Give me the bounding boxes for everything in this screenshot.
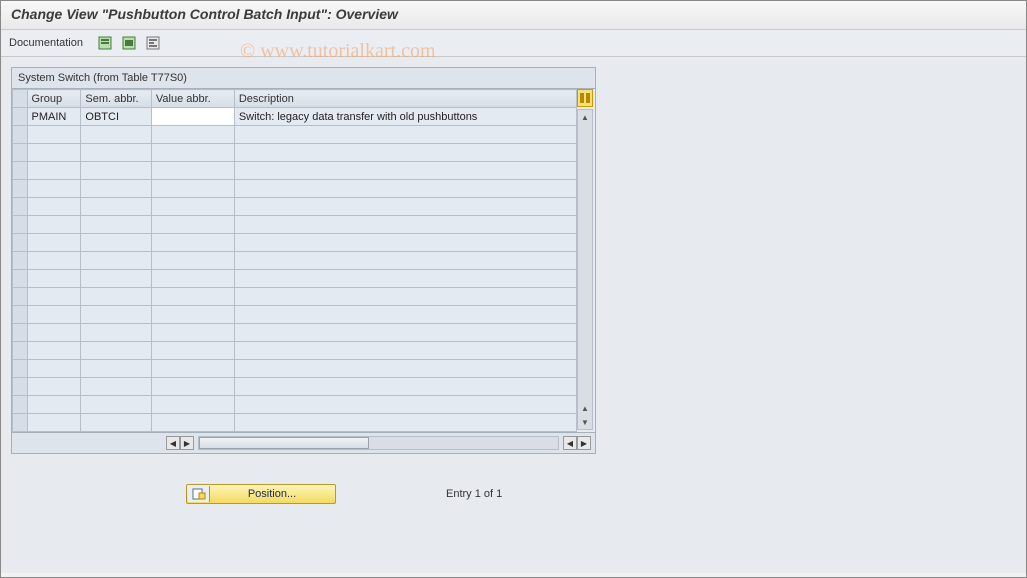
table-row[interactable] — [13, 198, 577, 216]
cell-group: PMAIN — [27, 108, 81, 126]
col-header-desc[interactable]: Description — [234, 90, 576, 108]
content-area: System Switch (from Table T77S0) Group S… — [1, 57, 1026, 573]
hscroll-left-end-icon[interactable]: ◀ — [563, 436, 577, 450]
position-icon — [188, 486, 210, 502]
table-row[interactable] — [13, 342, 577, 360]
position-button[interactable]: Position... — [186, 484, 336, 504]
cell-sem: OBTCI — [81, 108, 152, 126]
col-selector[interactable] — [13, 90, 28, 108]
page-title: Change View "Pushbutton Control Batch In… — [11, 6, 1016, 22]
hscroll-right-icon[interactable]: ▶ — [180, 436, 194, 450]
table-row[interactable] — [13, 378, 577, 396]
hscroll-left-icon[interactable]: ◀ — [166, 436, 180, 450]
table-row[interactable] — [13, 252, 577, 270]
col-header-sem[interactable]: Sem. abbr. — [81, 90, 152, 108]
table-row[interactable] — [13, 414, 577, 432]
vertical-scrollbar[interactable]: ▲ ▲ ▼ — [577, 109, 593, 430]
table-row[interactable] — [13, 270, 577, 288]
table-row[interactable] — [13, 288, 577, 306]
cell-value-input[interactable] — [151, 108, 234, 126]
table-row[interactable] — [13, 360, 577, 378]
table-row[interactable] — [13, 216, 577, 234]
table-row[interactable] — [13, 162, 577, 180]
grid-wrap: Group Sem. abbr. Value abbr. Description… — [12, 88, 595, 432]
col-header-val[interactable]: Value abbr. — [151, 90, 234, 108]
panel-title: System Switch (from Table T77S0) — [12, 68, 595, 88]
table-row[interactable] — [13, 144, 577, 162]
toolbar-icon-2[interactable] — [121, 35, 137, 51]
entry-count-text: Entry 1 of 1 — [446, 488, 502, 500]
scroll-down-icon[interactable]: ▲ — [578, 401, 592, 415]
toolbar-icon-3[interactable] — [145, 35, 161, 51]
system-switch-panel: System Switch (from Table T77S0) Group S… — [11, 67, 596, 454]
hscroll-right-end-icon[interactable]: ▶ — [577, 436, 591, 450]
toolbar: Documentation — [1, 30, 1026, 57]
documentation-label[interactable]: Documentation — [9, 37, 83, 49]
col-header-group[interactable]: Group — [27, 90, 81, 108]
table-row[interactable] — [13, 234, 577, 252]
hscroll-thumb[interactable] — [199, 437, 369, 449]
grid-body: PMAIN OBTCI Switch: legacy data transfer… — [13, 108, 577, 432]
scroll-down-icon-2[interactable]: ▼ — [578, 415, 592, 429]
table-row[interactable] — [13, 306, 577, 324]
hscroll-track[interactable] — [198, 436, 559, 450]
row-selector[interactable] — [13, 108, 28, 126]
table-row[interactable] — [13, 324, 577, 342]
data-grid: Group Sem. abbr. Value abbr. Description… — [12, 89, 577, 432]
footer-row: Position... Entry 1 of 1 — [11, 484, 1016, 504]
table-row[interactable] — [13, 180, 577, 198]
cell-desc: Switch: legacy data transfer with old pu… — [234, 108, 576, 126]
toolbar-icon-1[interactable] — [97, 35, 113, 51]
table-row[interactable]: PMAIN OBTCI Switch: legacy data transfer… — [13, 108, 577, 126]
horizontal-scroll-row: ◀ ▶ ◀ ▶ — [12, 432, 595, 453]
position-button-label: Position... — [210, 488, 334, 500]
scroll-up-icon[interactable]: ▲ — [578, 110, 592, 124]
table-settings-icon[interactable] — [577, 89, 593, 107]
table-row[interactable] — [13, 126, 577, 144]
table-row[interactable] — [13, 396, 577, 414]
title-bar: Change View "Pushbutton Control Batch In… — [1, 1, 1026, 30]
